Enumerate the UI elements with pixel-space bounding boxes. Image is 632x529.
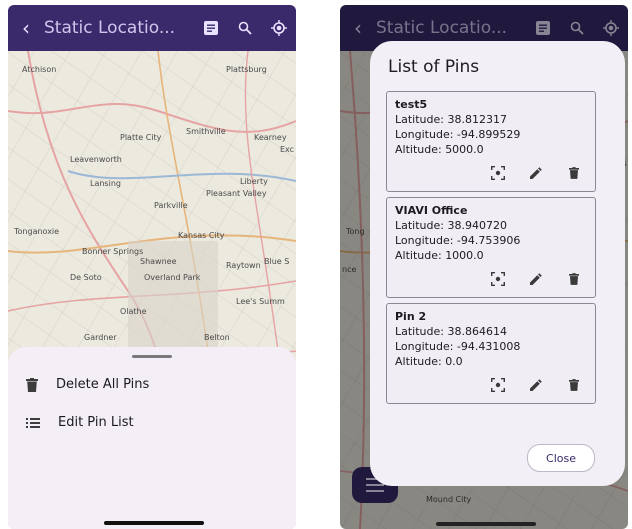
pin-card: test5 Latitude: 38.812317 Longitude: -94…: [386, 91, 596, 192]
edit-icon[interactable]: [525, 164, 547, 182]
map-label: Plattsburg: [226, 65, 267, 74]
map-label: De Soto: [70, 273, 102, 282]
edit-pin-list-label: Edit Pin List: [58, 415, 134, 430]
map-label: Smithville: [186, 127, 226, 136]
map-label: Overland Park: [144, 273, 201, 282]
pin-name: VIAVI Office: [395, 204, 468, 217]
pin-longitude: Longitude: -94.753906: [395, 234, 521, 247]
map-label: Shawnee: [140, 257, 177, 266]
pin-altitude: Altitude: 5000.0: [395, 143, 484, 156]
app-title: Static Locatio...: [44, 18, 176, 38]
list-icon: [26, 417, 40, 428]
map-label: Leavenworth: [70, 155, 122, 164]
pin-list-dialog: List of Pins test5 Latitude: 38.812317 L…: [370, 41, 625, 486]
center-focus-icon[interactable]: [487, 270, 509, 288]
pin-latitude: Latitude: 38.812317: [395, 113, 507, 126]
trash-icon[interactable]: [563, 164, 585, 182]
back-button[interactable]: ‹: [8, 16, 44, 40]
map-label: Olathe: [120, 307, 147, 316]
dialog-title: List of Pins: [388, 57, 480, 77]
pin-longitude: Longitude: -94.899529: [395, 128, 521, 141]
right-screen: ‹ Static Locatio... Mound City Tong nce …: [340, 5, 628, 529]
map-label: Bonner Springs: [82, 247, 144, 256]
pin-latitude: Latitude: 38.940720: [395, 219, 507, 232]
pin-card: Pin 2 Latitude: 38.864614 Longitude: -94…: [386, 303, 596, 404]
edit-icon[interactable]: [525, 270, 547, 288]
pin-card: VIAVI Office Latitude: 38.940720 Longitu…: [386, 197, 596, 298]
map-label: Tonganoxie: [14, 227, 60, 236]
trash-icon[interactable]: [563, 270, 585, 288]
map-label: Kearney: [254, 133, 287, 142]
delete-all-pins-button[interactable]: Delete All Pins: [26, 377, 149, 392]
map-label: Gardner: [84, 333, 117, 342]
notes-icon[interactable]: [194, 5, 228, 51]
map-label: Liberty: [240, 177, 268, 186]
pin-name: Pin 2: [395, 310, 427, 323]
trash-icon[interactable]: [563, 376, 585, 394]
map-label: Exc: [280, 145, 295, 154]
map-label: Blue S: [264, 257, 290, 266]
left-screen: ‹ Static Locatio... Atchison Plattsburg …: [8, 5, 296, 529]
pin-longitude: Longitude: -94.431008: [395, 340, 521, 353]
map-label: Belton: [204, 333, 230, 342]
map-label: Lee's Summ: [236, 297, 285, 306]
edit-icon[interactable]: [525, 376, 547, 394]
pin-altitude: Altitude: 1000.0: [395, 249, 484, 262]
bottom-sheet: Delete All Pins Edit Pin List: [8, 347, 296, 529]
pin-name: test5: [395, 98, 428, 111]
edit-pin-list-button[interactable]: Edit Pin List: [26, 415, 134, 430]
map-label: Atchison: [22, 65, 57, 74]
map-label: Pleasant Valley: [206, 189, 267, 198]
home-indicator: [104, 521, 204, 525]
map-label: Parkville: [154, 201, 188, 210]
pin-altitude: Altitude: 0.0: [395, 355, 463, 368]
trash-icon: [26, 377, 38, 392]
center-focus-icon[interactable]: [487, 164, 509, 182]
search-icon[interactable]: [228, 5, 262, 51]
delete-all-pins-label: Delete All Pins: [56, 377, 150, 392]
pin-latitude: Latitude: 38.864614: [395, 325, 507, 338]
center-focus-icon[interactable]: [487, 376, 509, 394]
app-bar: ‹ Static Locatio...: [8, 5, 296, 51]
map-label: Platte City: [120, 133, 162, 142]
map-label: Raytown: [226, 261, 261, 270]
home-indicator: [436, 522, 536, 526]
close-button[interactable]: Close: [527, 444, 595, 472]
my-location-icon[interactable]: [262, 5, 296, 51]
sheet-handle[interactable]: [132, 355, 172, 358]
map-label: Kansas City: [178, 231, 225, 240]
map-label: Lansing: [90, 179, 121, 188]
